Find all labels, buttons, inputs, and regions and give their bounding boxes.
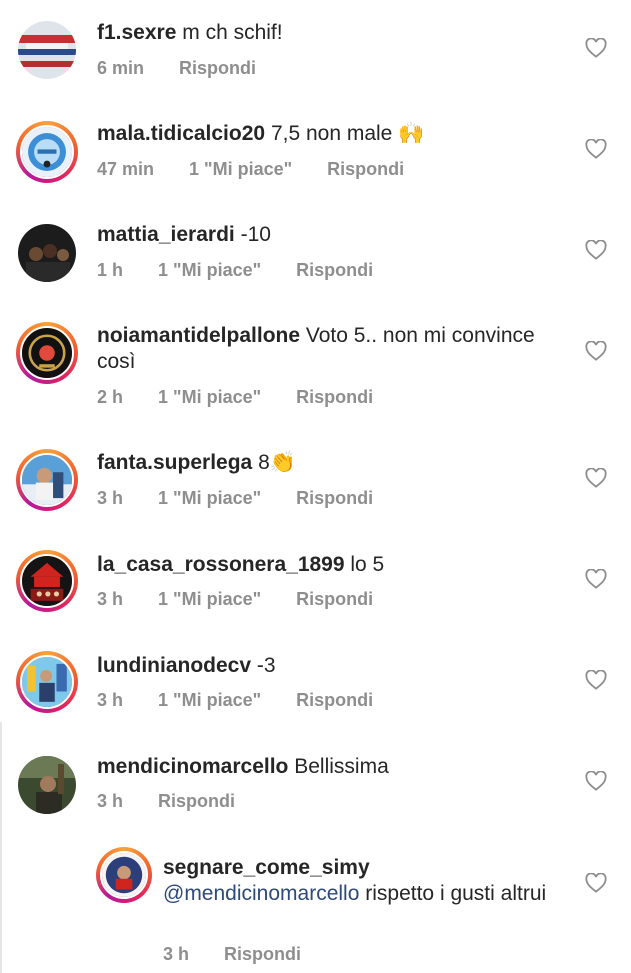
avatar[interactable] (18, 756, 76, 814)
heart-icon[interactable] (585, 670, 607, 690)
likes-count[interactable]: 1 "Mi piace" (158, 260, 261, 280)
heart-icon[interactable] (585, 468, 607, 488)
reply-thread-line (0, 722, 2, 973)
avatar[interactable] (16, 651, 78, 713)
reply-button[interactable]: Rispondi (296, 589, 373, 609)
heart-icon[interactable] (585, 569, 607, 589)
reply-button[interactable]: Rispondi (296, 488, 373, 508)
comment-username[interactable]: la_casa_rossonera_1899 (97, 553, 345, 576)
likes-count[interactable]: 1 "Mi piace" (189, 159, 292, 179)
likes-count[interactable]: 1 "Mi piace" (158, 387, 261, 407)
comment-username[interactable]: mendicinomarcello (97, 755, 288, 778)
comment-time: 6 min (97, 58, 145, 78)
comment-username[interactable]: lundinianodecv (97, 654, 251, 677)
heart-icon[interactable] (585, 341, 607, 361)
likes-count[interactable]: 1 "Mi piace" (158, 690, 261, 710)
comment-username[interactable]: noiamantidelpallone (97, 324, 300, 347)
heart-icon[interactable] (585, 873, 607, 893)
reply-button[interactable]: Rispondi (296, 387, 373, 407)
reply-button[interactable]: Rispondi (179, 58, 256, 78)
comment-time: 47 min (97, 159, 155, 179)
avatar[interactable] (18, 21, 76, 79)
comment-text: lo 5 (350, 553, 385, 576)
comment-time: 3 h (163, 944, 190, 964)
comment-time: 3 h (97, 488, 124, 508)
heart-icon[interactable] (585, 771, 607, 791)
comment-username[interactable]: mattia_ierardi (97, 223, 235, 246)
comment-username[interactable]: segnare_come_simy (163, 856, 370, 879)
reply-button[interactable]: Rispondi (296, 690, 373, 710)
comment-time: 3 h (97, 690, 124, 710)
comment-text: 7,5 non male 🙌 (270, 122, 425, 145)
comment-time: 3 h (97, 791, 124, 811)
reply-button[interactable]: Rispondi (296, 260, 373, 280)
reply-button[interactable]: Rispondi (224, 944, 301, 964)
likes-count[interactable]: 1 "Mi piace" (158, 589, 261, 609)
comment-username[interactable]: mala.tidicalcio20 (97, 122, 265, 145)
comment-time: 1 h (97, 260, 124, 280)
comment-text: -3 (256, 654, 276, 677)
avatar[interactable] (96, 847, 152, 903)
comment-username[interactable]: fanta.superlega (97, 451, 252, 474)
comment-username[interactable]: f1.sexre (97, 21, 176, 44)
avatar[interactable] (16, 322, 78, 384)
avatar[interactable] (18, 224, 76, 282)
reply-button[interactable]: Rispondi (327, 159, 404, 179)
heart-icon[interactable] (585, 240, 607, 260)
avatar[interactable] (16, 121, 78, 183)
avatar[interactable] (16, 449, 78, 511)
comment-text: 8👏 (258, 451, 296, 474)
comment-time: 2 h (97, 387, 124, 407)
comment-text: -10 (240, 223, 271, 246)
comment-text: rispetto i gusti altrui (365, 882, 547, 905)
comment-text: Bellissima (294, 755, 389, 778)
heart-icon[interactable] (585, 38, 607, 58)
reply-button[interactable]: Rispondi (158, 791, 235, 811)
avatar[interactable] (16, 550, 78, 612)
likes-count[interactable]: 1 "Mi piace" (158, 488, 261, 508)
mention-link[interactable]: @mendicinomarcello (163, 882, 359, 905)
heart-icon[interactable] (585, 139, 607, 159)
comment-time: 3 h (97, 589, 124, 609)
comment-text: m ch schif! (182, 21, 283, 44)
